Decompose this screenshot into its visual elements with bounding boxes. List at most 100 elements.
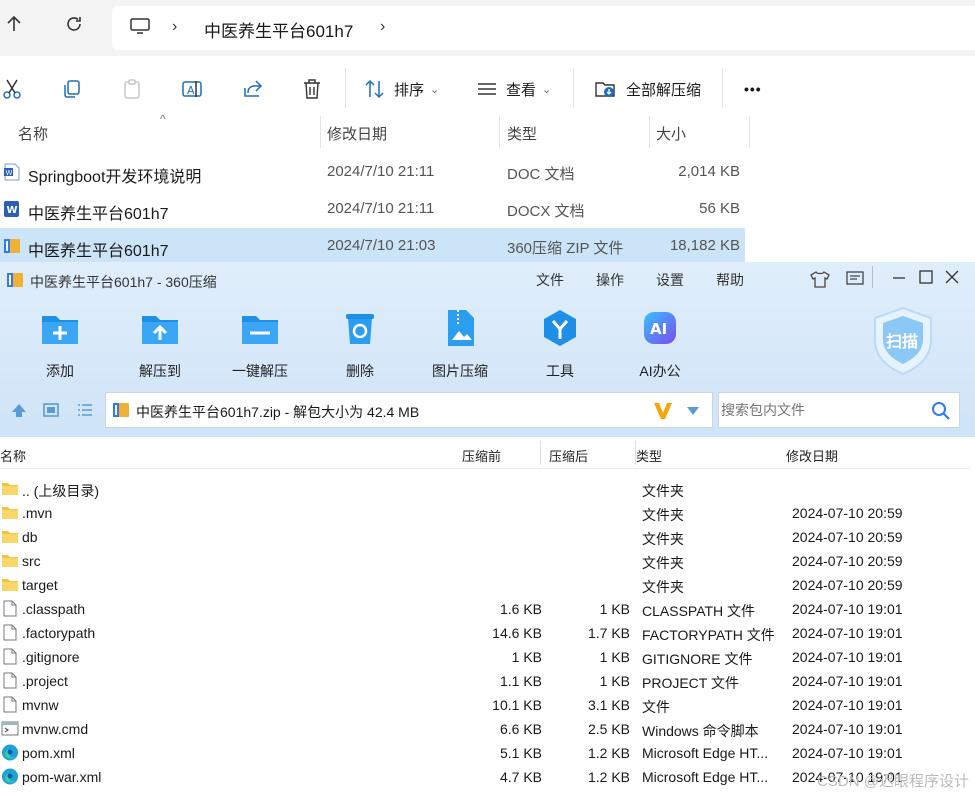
column-type[interactable]: 类型: [507, 123, 537, 144]
zip-entry-row[interactable]: .project 1.1 KB 1 KB PROJECT 文件 2024-07-10 1…: [0, 669, 970, 693]
zip-col-date[interactable]: 修改日期: [786, 446, 838, 465]
one-click-extract-button[interactable]: 一键解压: [220, 308, 300, 381]
up-level-icon[interactable]: [10, 402, 28, 418]
zip-entry-row[interactable]: mvnw.cmd 6.6 KB 2.5 KB Windows 命令脚本 2024-07-…: [0, 717, 970, 741]
file-size: 2,014 KB: [678, 163, 740, 180]
file-name: 中医养生平台601h7: [28, 243, 169, 260]
zip-file-icon: [113, 403, 129, 417]
entry-type: CLASSPATH 文件: [642, 603, 756, 619]
refresh-icon[interactable]: [62, 14, 86, 42]
scan-button[interactable]: 扫描: [872, 306, 934, 376]
menu-help[interactable]: 帮助: [716, 270, 744, 290]
entry-name: mvnw: [22, 697, 59, 713]
zip-col-type[interactable]: 类型: [636, 446, 662, 465]
zip-entry-row[interactable]: .factorypath 14.6 KB 1.7 KB FACTORYPATH 文件 2…: [0, 621, 970, 645]
close-icon[interactable]: [945, 270, 959, 284]
copy-icon[interactable]: [62, 76, 82, 102]
entry-size-after: 2.5 KB: [587, 721, 630, 737]
sort-ascending-icon: ^: [160, 112, 166, 126]
zip-entry-row[interactable]: db 文件夹 2024-07-10 20:59: [0, 525, 970, 549]
zip-search-input[interactable]: [721, 397, 921, 423]
entry-size-after: 1 KB: [599, 673, 630, 689]
entry-date: 2024-07-10 20:59: [792, 553, 903, 569]
delete-button[interactable]: 删除: [320, 308, 400, 381]
dropdown-arrow-icon[interactable]: [686, 406, 700, 416]
image-compress-button[interactable]: 图片压缩: [420, 308, 500, 381]
ai-office-button[interactable]: AI AI办公: [620, 308, 700, 381]
search-icon[interactable]: [931, 401, 951, 421]
add-icon: [42, 316, 78, 344]
extract-to-button[interactable]: 解压到: [120, 308, 200, 381]
maximize-icon[interactable]: [919, 270, 933, 284]
toolbar-divider: [573, 68, 574, 108]
file-date: 2024/7/10 21:11: [327, 200, 435, 217]
share-icon[interactable]: [242, 76, 264, 102]
zip-col-after[interactable]: 压缩后: [549, 446, 588, 465]
entry-type: PROJECT 文件: [642, 675, 739, 691]
delete-icon[interactable]: [302, 76, 322, 102]
svg-text:AI: AI: [650, 320, 667, 338]
chevron-right-icon[interactable]: ›: [380, 18, 385, 36]
menu-file[interactable]: 文件: [536, 270, 564, 290]
chevron-right-icon[interactable]: ›: [172, 18, 177, 36]
zip-entry-row[interactable]: src 文件夹 2024-07-10 20:59: [0, 549, 970, 573]
view-button[interactable]: 查看 ⌄: [476, 76, 551, 102]
more-options-button[interactable]: •••: [744, 76, 762, 102]
menu-settings[interactable]: 设置: [656, 270, 684, 290]
zip-entry-row[interactable]: .mvn 文件夹 2024-07-10 20:59: [0, 501, 970, 525]
extract-all-button[interactable]: 全部解压缩: [594, 76, 701, 102]
file-row[interactable]: W Springboot开发环境说明 2024/7/10 21:11 DOC 文档 2,…: [0, 154, 745, 190]
edge-icon: [2, 768, 18, 785]
up-arrow-icon[interactable]: [2, 14, 26, 42]
zip-entry-row[interactable]: pom.xml 5.1 KB 1.2 KB Microsoft Edge HT... 2…: [0, 741, 970, 765]
column-size[interactable]: 大小: [656, 123, 686, 144]
cmd-script-icon: [1, 721, 19, 736]
feedback-icon[interactable]: [845, 270, 865, 288]
chevron-down-icon: ⌄: [542, 83, 552, 96]
zip-col-name[interactable]: 名称: [0, 446, 26, 465]
address-box[interactable]: › 中医养生平台601h7 ›: [112, 6, 975, 50]
toolbar-divider: [345, 68, 346, 108]
column-name[interactable]: 名称: [18, 123, 48, 144]
add-button[interactable]: 添加: [20, 308, 100, 381]
zip-entry-row[interactable]: .. (上级目录) 文件夹: [0, 477, 970, 501]
thumbnail-view-icon[interactable]: [42, 402, 60, 418]
sort-button[interactable]: 排序 ⌄: [364, 76, 439, 102]
zip-entry-row[interactable]: .classpath 1.6 KB 1 KB CLASSPATH 文件 2024-07-…: [0, 597, 970, 621]
column-date[interactable]: 修改日期: [327, 123, 387, 144]
cut-icon[interactable]: [2, 76, 22, 102]
zip-path-bar[interactable]: 中医养生平台601h7.zip - 解包大小为 42.4 MB: [105, 392, 713, 428]
edge-icon: [2, 744, 18, 761]
zip-header: 中医养生平台601h7 - 360压缩 文件 操作 设置 帮助 添加 解压到 一…: [0, 262, 975, 437]
zip-entry-row[interactable]: mvnw 10.1 KB 3.1 KB 文件 2024-07-10 19:01: [0, 693, 970, 717]
rename-icon[interactable]: A: [181, 76, 203, 102]
entry-date: 2024-07-10 19:01: [792, 745, 903, 761]
view-icon: [478, 83, 496, 95]
address-bar-area: › 中医养生平台601h7 ›: [0, 0, 975, 56]
zip-search-box[interactable]: [718, 392, 960, 428]
sort-label: 排序: [394, 81, 425, 99]
menu-action[interactable]: 操作: [596, 270, 624, 290]
entry-name: target: [22, 577, 58, 593]
file-size: 56 KB: [699, 200, 740, 217]
entry-name: .gitignore: [22, 649, 80, 665]
entry-name: .. (上级目录): [22, 483, 99, 499]
zip-entry-row[interactable]: .gitignore 1 KB 1 KB GITIGNORE 文件 2024-07-10…: [0, 645, 970, 669]
entry-size-after: 1.2 KB: [587, 745, 630, 761]
minimize-icon[interactable]: [892, 271, 906, 285]
entry-size-before: 4.7 KB: [499, 769, 542, 785]
list-view-icon[interactable]: [76, 402, 94, 418]
zip-col-before[interactable]: 压缩前: [462, 446, 501, 465]
zip-path-text: 中医养生平台601h7.zip - 解包大小为 42.4 MB: [136, 404, 420, 420]
file-row[interactable]: 中医养生平台601h7 2024/7/10 21:03 360压缩 ZIP 文件 18…: [0, 228, 745, 264]
chevron-down-icon: ⌄: [430, 83, 440, 96]
word-docx-icon: W: [4, 201, 19, 217]
entry-type: 文件夹: [642, 507, 684, 523]
breadcrumb-folder[interactable]: 中医养生平台601h7: [204, 17, 353, 42]
tools-button[interactable]: 工具: [520, 308, 600, 381]
skin-shirt-icon[interactable]: [810, 270, 830, 288]
entry-date: 2024-07-10 20:59: [792, 505, 903, 521]
zip-entry-row[interactable]: target 文件夹 2024-07-10 20:59: [0, 573, 970, 597]
file-row[interactable]: W 中医养生平台601h7 2024/7/10 21:11 DOCX 文档 56 KB: [0, 191, 745, 227]
v-badge-icon[interactable]: [652, 401, 674, 421]
